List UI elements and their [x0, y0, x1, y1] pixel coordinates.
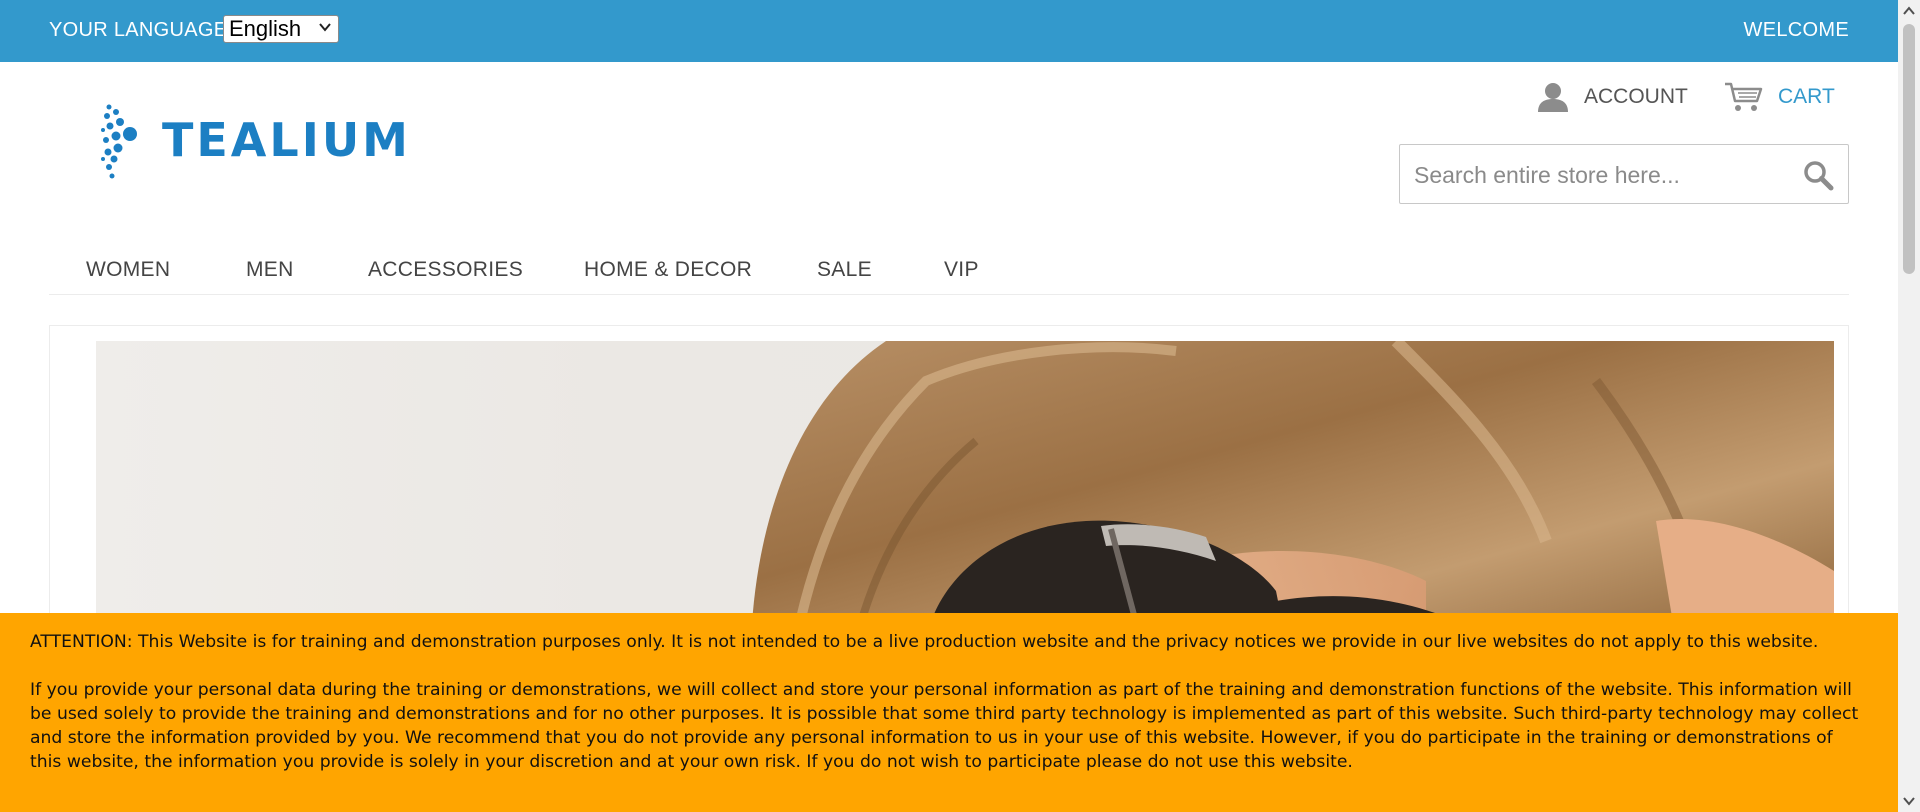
nav-item-home-decor[interactable]: HOME & DECOR — [584, 258, 752, 282]
nav-item-vip[interactable]: VIP — [944, 258, 979, 282]
chevron-down-icon — [319, 23, 331, 32]
welcome-message: WELCOME — [1743, 19, 1849, 41]
logo[interactable]: TEALIUM — [100, 103, 435, 183]
main-nav: WOMEN MEN ACCESSORIES HOME & DECOR SALE … — [49, 250, 1849, 295]
notice-paragraph-attention: ATTENTION: This Website is for training … — [30, 632, 1819, 652]
search-box — [1399, 144, 1849, 204]
cart-link[interactable]: CART — [1724, 80, 1835, 114]
language-select[interactable]: English — [223, 15, 339, 43]
logo-mark-icon — [101, 104, 137, 179]
logo-text: TEALIUM — [162, 113, 411, 167]
account-link[interactable]: ACCOUNT — [1536, 80, 1688, 114]
search-icon[interactable] — [1802, 159, 1834, 191]
top-bar: YOUR LANGUAGE: English WELCOME — [0, 0, 1898, 62]
scroll-down-arrow-icon[interactable] — [1903, 796, 1915, 806]
nav-item-sale[interactable]: SALE — [817, 258, 872, 282]
nav-item-women[interactable]: WOMEN — [86, 258, 170, 282]
hero-banner-image[interactable] — [96, 341, 1834, 641]
language-label: YOUR LANGUAGE: — [49, 19, 234, 41]
hero-illustration — [751, 341, 1834, 641]
cart-label: CART — [1778, 85, 1835, 108]
scroll-up-arrow-icon[interactable] — [1903, 6, 1915, 16]
notice-banner: ATTENTION: This Website is for training … — [0, 613, 1898, 812]
account-label: ACCOUNT — [1584, 85, 1688, 108]
page-scrollbar[interactable] — [1898, 0, 1920, 812]
page: YOUR LANGUAGE: English WELCOME TEALIUM A… — [0, 0, 1920, 812]
nav-item-accessories[interactable]: ACCESSORIES — [368, 258, 523, 282]
search-input[interactable] — [1412, 157, 1796, 193]
scrollbar-thumb[interactable] — [1903, 24, 1915, 274]
notice-paragraph-privacy: If you provide your personal data during… — [30, 680, 1859, 772]
nav-item-men[interactable]: MEN — [246, 258, 294, 282]
user-icon — [1538, 83, 1568, 112]
language-selected-value: English — [229, 16, 302, 41]
cart-icon — [1725, 82, 1763, 111]
